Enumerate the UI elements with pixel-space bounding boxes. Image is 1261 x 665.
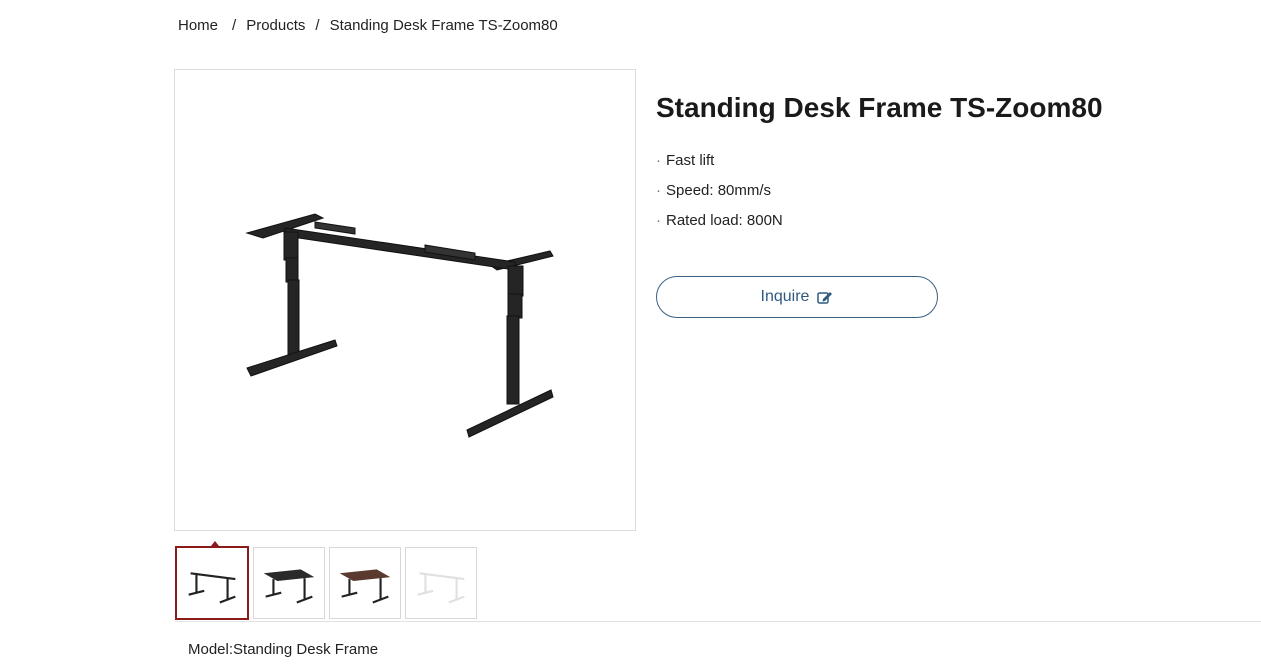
model-text: Model:Standing Desk Frame xyxy=(188,641,379,658)
breadcrumb-home-link[interactable]: Home xyxy=(178,17,218,34)
thumbnail-image xyxy=(263,569,315,604)
inquire-button[interactable]: Inquire xyxy=(656,276,938,318)
breadcrumb-current: Standing Desk Frame TS-Zoom80 xyxy=(329,17,558,34)
breadcrumb-separator: / xyxy=(232,17,237,34)
bullet: · xyxy=(656,212,661,229)
active-indicator xyxy=(211,541,219,546)
desk-frame-image xyxy=(245,213,554,438)
feature-text: Speed: 80mm/s xyxy=(666,182,772,199)
main-product-image[interactable] xyxy=(174,69,636,531)
thumbnail-frame-black[interactable] xyxy=(175,541,249,620)
bullet: · xyxy=(656,182,661,199)
breadcrumb: Home / Products / Standing Desk Frame TS-Zoo… xyxy=(178,17,558,34)
product-title: Standing Desk Frame TS-Zoom80 xyxy=(656,92,1103,123)
thumbnail-strip xyxy=(175,541,481,620)
feature-item: · Fast lift xyxy=(656,152,783,182)
inquire-label: Inquire xyxy=(760,288,810,305)
section-divider xyxy=(175,621,1261,622)
feature-item: · Rated load: 800N xyxy=(656,212,783,242)
breadcrumb-separator: / xyxy=(315,17,320,34)
thumbnail-white-frame[interactable] xyxy=(405,547,477,619)
thumbnail-image xyxy=(339,569,391,604)
feature-item: · Speed: 80mm/s xyxy=(656,182,783,212)
thumbnail-walnut-top[interactable] xyxy=(329,547,401,619)
bullet: · xyxy=(656,152,661,169)
feature-list: · Fast lift · Speed: 80mm/s · Rated load: 8… xyxy=(656,152,783,242)
thumbnail-image xyxy=(188,572,236,604)
breadcrumb-products-link[interactable]: Products xyxy=(246,17,305,34)
feature-text: Rated load: 800N xyxy=(666,212,783,229)
thumbnail-black-top[interactable] xyxy=(253,547,325,619)
feature-text: Fast lift xyxy=(666,152,715,169)
thumbnail-image xyxy=(417,572,465,604)
edit-icon xyxy=(817,290,833,305)
